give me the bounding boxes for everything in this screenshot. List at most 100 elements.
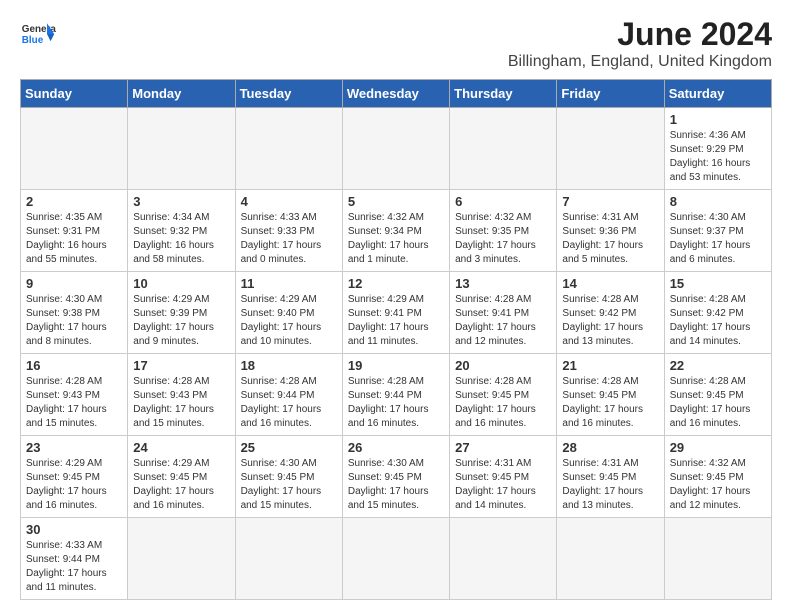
day-info: Sunrise: 4:28 AMSunset: 9:45 PMDaylight:…: [455, 375, 551, 431]
day-info: Sunrise: 4:32 AMSunset: 9:34 PMDaylight:…: [348, 211, 444, 267]
day-number: 14: [562, 276, 658, 291]
calendar-week-row: 2 Sunrise: 4:35 AMSunset: 9:31 PMDaylight…: [21, 190, 772, 272]
calendar-cell: 20Sunrise: 4:28 AMSunset: 9:45 PMDayligh…: [450, 354, 557, 436]
day-number: 19: [348, 358, 444, 373]
calendar-table: SundayMondayTuesdayWednesdayThursdayFrid…: [20, 79, 772, 600]
calendar-week-row: 23 Sunrise: 4:29 AMSunset: 9:45 PMDayligh…: [21, 436, 772, 518]
day-number: 29: [670, 440, 766, 455]
day-info: Sunrise: 4:28 AMSunset: 9:41 PMDaylight:…: [455, 293, 551, 349]
day-info: Sunrise: 4:29 AMSunset: 9:45 PMDaylight:…: [133, 457, 229, 513]
calendar-cell: 17Sunrise: 4:28 AMSunset: 9:43 PMDayligh…: [128, 354, 235, 436]
calendar-cell: 18 Sunrise: 4:28 AMSunset: 9:44 PMDayligh…: [235, 354, 342, 436]
calendar-cell: 5 Sunrise: 4:32 AMSunset: 9:34 PMDaylight…: [342, 190, 449, 272]
day-info: Sunrise: 4:33 AMSunset: 9:33 PMDaylight:…: [241, 211, 337, 267]
calendar-cell: 9Sunrise: 4:30 AMSunset: 9:38 PMDaylight…: [21, 272, 128, 354]
day-info: Sunrise: 4:30 AMSunset: 9:45 PMDaylight:…: [241, 457, 337, 513]
calendar-cell: 22Sunrise: 4:28 AMSunset: 9:45 PMDayligh…: [664, 354, 771, 436]
day-number: 23: [26, 440, 122, 455]
day-info: Sunrise: 4:28 AMSunset: 9:42 PMDaylight:…: [562, 293, 658, 349]
day-number: 25: [241, 440, 337, 455]
calendar-cell: [450, 518, 557, 600]
day-info: Sunrise: 4:32 AMSunset: 9:35 PMDaylight:…: [455, 211, 551, 267]
day-number: 21: [562, 358, 658, 373]
calendar-cell: 7Sunrise: 4:31 AMSunset: 9:36 PMDaylight…: [557, 190, 664, 272]
main-title: June 2024: [508, 16, 772, 53]
day-number: 6: [455, 194, 551, 209]
day-number: 11: [241, 276, 337, 291]
day-info: Sunrise: 4:28 AMSunset: 9:44 PMDaylight:…: [241, 375, 337, 431]
day-number: 26: [348, 440, 444, 455]
weekday-header-wednesday: Wednesday: [342, 80, 449, 108]
generalblue-logo-icon: General Blue: [20, 16, 56, 52]
calendar-cell: 12 Sunrise: 4:29 AMSunset: 9:41 PMDayligh…: [342, 272, 449, 354]
calendar-cell: 13Sunrise: 4:28 AMSunset: 9:41 PMDayligh…: [450, 272, 557, 354]
calendar-cell: 2 Sunrise: 4:35 AMSunset: 9:31 PMDaylight…: [21, 190, 128, 272]
calendar-cell: 28Sunrise: 4:31 AMSunset: 9:45 PMDayligh…: [557, 436, 664, 518]
day-info: Sunrise: 4:33 AMSunset: 9:44 PMDaylight:…: [26, 539, 122, 595]
day-info: Sunrise: 4:35 AMSunset: 9:31 PMDaylight:…: [26, 211, 122, 267]
weekday-header-row: SundayMondayTuesdayWednesdayThursdayFrid…: [21, 80, 772, 108]
day-number: 10: [133, 276, 229, 291]
weekday-header-tuesday: Tuesday: [235, 80, 342, 108]
day-number: 24: [133, 440, 229, 455]
day-number: 4: [241, 194, 337, 209]
day-info: Sunrise: 4:28 AMSunset: 9:45 PMDaylight:…: [562, 375, 658, 431]
day-info: Sunrise: 4:32 AMSunset: 9:45 PMDaylight:…: [670, 457, 766, 513]
calendar-cell: 1 Sunrise: 4:36 AMSunset: 9:29 PMDaylight…: [664, 108, 771, 190]
calendar-cell: 21 Sunrise: 4:28 AMSunset: 9:45 PMDayligh…: [557, 354, 664, 436]
day-info: Sunrise: 4:28 AMSunset: 9:45 PMDaylight:…: [670, 375, 766, 431]
calendar-week-row: 16Sunrise: 4:28 AMSunset: 9:43 PMDayligh…: [21, 354, 772, 436]
weekday-header-saturday: Saturday: [664, 80, 771, 108]
calendar-cell: 23 Sunrise: 4:29 AMSunset: 9:45 PMDayligh…: [21, 436, 128, 518]
day-info: Sunrise: 4:30 AMSunset: 9:38 PMDaylight:…: [26, 293, 122, 349]
calendar-cell: [128, 108, 235, 190]
calendar-cell: 3 Sunrise: 4:34 AMSunset: 9:32 PMDaylight…: [128, 190, 235, 272]
calendar-cell: 29 Sunrise: 4:32 AMSunset: 9:45 PMDayligh…: [664, 436, 771, 518]
day-info: Sunrise: 4:28 AMSunset: 9:44 PMDaylight:…: [348, 375, 444, 431]
day-number: 28: [562, 440, 658, 455]
calendar-week-row: 30 Sunrise: 4:33 AMSunset: 9:44 PMDayligh…: [21, 518, 772, 600]
calendar-cell: [235, 108, 342, 190]
day-info: Sunrise: 4:29 AMSunset: 9:41 PMDaylight:…: [348, 293, 444, 349]
day-info: Sunrise: 4:29 AMSunset: 9:45 PMDaylight:…: [26, 457, 122, 513]
svg-text:Blue: Blue: [22, 35, 44, 46]
logo: General Blue: [20, 16, 56, 52]
day-number: 2: [26, 194, 122, 209]
day-number: 5: [348, 194, 444, 209]
day-info: Sunrise: 4:34 AMSunset: 9:32 PMDaylight:…: [133, 211, 229, 267]
header: General Blue June 2024 Billingham, Engla…: [20, 16, 772, 71]
day-info: Sunrise: 4:36 AMSunset: 9:29 PMDaylight:…: [670, 129, 766, 185]
calendar-week-row: 9Sunrise: 4:30 AMSunset: 9:38 PMDaylight…: [21, 272, 772, 354]
day-info: Sunrise: 4:29 AMSunset: 9:40 PMDaylight:…: [241, 293, 337, 349]
day-number: 30: [26, 522, 122, 537]
day-info: Sunrise: 4:31 AMSunset: 9:45 PMDaylight:…: [455, 457, 551, 513]
calendar-cell: 10 Sunrise: 4:29 AMSunset: 9:39 PMDayligh…: [128, 272, 235, 354]
calendar-cell: 26 Sunrise: 4:30 AMSunset: 9:45 PMDayligh…: [342, 436, 449, 518]
calendar-cell: 30 Sunrise: 4:33 AMSunset: 9:44 PMDayligh…: [21, 518, 128, 600]
day-info: Sunrise: 4:31 AMSunset: 9:36 PMDaylight:…: [562, 211, 658, 267]
day-number: 17: [133, 358, 229, 373]
day-number: 3: [133, 194, 229, 209]
calendar-cell: 14 Sunrise: 4:28 AMSunset: 9:42 PMDayligh…: [557, 272, 664, 354]
sub-title: Billingham, England, United Kingdom: [508, 53, 772, 71]
calendar-cell: 19 Sunrise: 4:28 AMSunset: 9:44 PMDayligh…: [342, 354, 449, 436]
calendar-cell: 11 Sunrise: 4:29 AMSunset: 9:40 PMDayligh…: [235, 272, 342, 354]
calendar-cell: 24 Sunrise: 4:29 AMSunset: 9:45 PMDayligh…: [128, 436, 235, 518]
day-info: Sunrise: 4:29 AMSunset: 9:39 PMDaylight:…: [133, 293, 229, 349]
calendar-cell: 4 Sunrise: 4:33 AMSunset: 9:33 PMDaylight…: [235, 190, 342, 272]
day-info: Sunrise: 4:30 AMSunset: 9:45 PMDaylight:…: [348, 457, 444, 513]
day-number: 8: [670, 194, 766, 209]
calendar-cell: [235, 518, 342, 600]
day-number: 1: [670, 112, 766, 127]
title-area: June 2024 Billingham, England, United Ki…: [508, 16, 772, 71]
calendar-cell: [557, 108, 664, 190]
calendar-cell: [342, 518, 449, 600]
day-info: Sunrise: 4:28 AMSunset: 9:43 PMDaylight:…: [26, 375, 122, 431]
day-number: 15: [670, 276, 766, 291]
day-number: 18: [241, 358, 337, 373]
day-number: 12: [348, 276, 444, 291]
calendar-cell: 8Sunrise: 4:30 AMSunset: 9:37 PMDaylight…: [664, 190, 771, 272]
weekday-header-thursday: Thursday: [450, 80, 557, 108]
calendar-cell: 6 Sunrise: 4:32 AMSunset: 9:35 PMDaylight…: [450, 190, 557, 272]
calendar-cell: 25 Sunrise: 4:30 AMSunset: 9:45 PMDayligh…: [235, 436, 342, 518]
